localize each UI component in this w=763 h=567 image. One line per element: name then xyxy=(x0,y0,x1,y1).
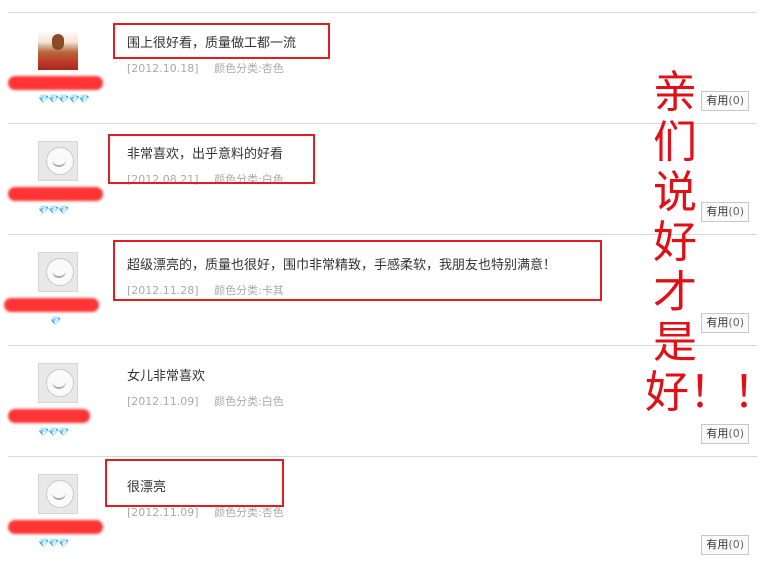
redaction-scribble xyxy=(8,76,103,90)
buyer-rank-badge: 💎💎💎 xyxy=(38,206,70,216)
redaction-scribble xyxy=(4,298,99,312)
buyer-rank-badge: 💎💎💎 xyxy=(38,539,70,549)
review-date: [2012.11.09] xyxy=(127,395,199,408)
review-attribute: 颜色分类:白色 xyxy=(214,395,284,408)
review-attribute: 颜色分类:杏色 xyxy=(214,62,284,75)
review-date: [2012.10.18] xyxy=(127,62,199,75)
review-meta: [2012.11.09] 颜色分类:白色 xyxy=(127,393,284,409)
buyer-rank-badge: 💎💎💎💎💎 xyxy=(38,95,90,105)
redaction-scribble xyxy=(8,520,103,534)
useful-label: 有用 xyxy=(706,316,729,329)
review-meta: [2012.10.18] 颜色分类:杏色 xyxy=(127,60,284,76)
default-avatar-icon[interactable] xyxy=(38,363,78,403)
useful-count: (0) xyxy=(728,205,744,218)
highlight-box xyxy=(105,459,284,507)
useful-count: (0) xyxy=(728,94,744,107)
useful-count: (0) xyxy=(728,316,744,329)
useful-count: (0) xyxy=(728,538,744,551)
review-attribute: 颜色分类:杏色 xyxy=(214,506,284,519)
useful-count: (0) xyxy=(728,427,744,440)
buyer-rank-badge: 💎💎💎 xyxy=(38,428,70,438)
review-date: [2012.11.09] xyxy=(127,506,199,519)
useful-button[interactable]: 有用(0) xyxy=(701,424,749,444)
useful-label: 有用 xyxy=(706,94,729,107)
review-text: 女儿非常喜欢 xyxy=(127,369,206,384)
useful-label: 有用 xyxy=(706,205,729,218)
highlight-box xyxy=(113,23,330,59)
useful-label: 有用 xyxy=(706,427,729,440)
highlight-box xyxy=(108,134,315,184)
default-avatar-icon[interactable] xyxy=(38,141,78,181)
user-avatar[interactable] xyxy=(38,30,78,70)
useful-button[interactable]: 有用(0) xyxy=(701,313,749,333)
useful-button[interactable]: 有用(0) xyxy=(701,202,749,222)
useful-button[interactable]: 有用(0) xyxy=(701,535,749,555)
redaction-scribble xyxy=(8,409,90,423)
annotation-text: 亲们说好才是好！！ xyxy=(645,67,763,418)
redaction-scribble xyxy=(8,187,103,201)
default-avatar-icon[interactable] xyxy=(38,252,78,292)
useful-button[interactable]: 有用(0) xyxy=(701,91,749,111)
highlight-box xyxy=(113,240,602,301)
default-avatar-icon[interactable] xyxy=(38,474,78,514)
buyer-rank-badge: 💎 xyxy=(50,317,61,327)
useful-label: 有用 xyxy=(706,538,729,551)
